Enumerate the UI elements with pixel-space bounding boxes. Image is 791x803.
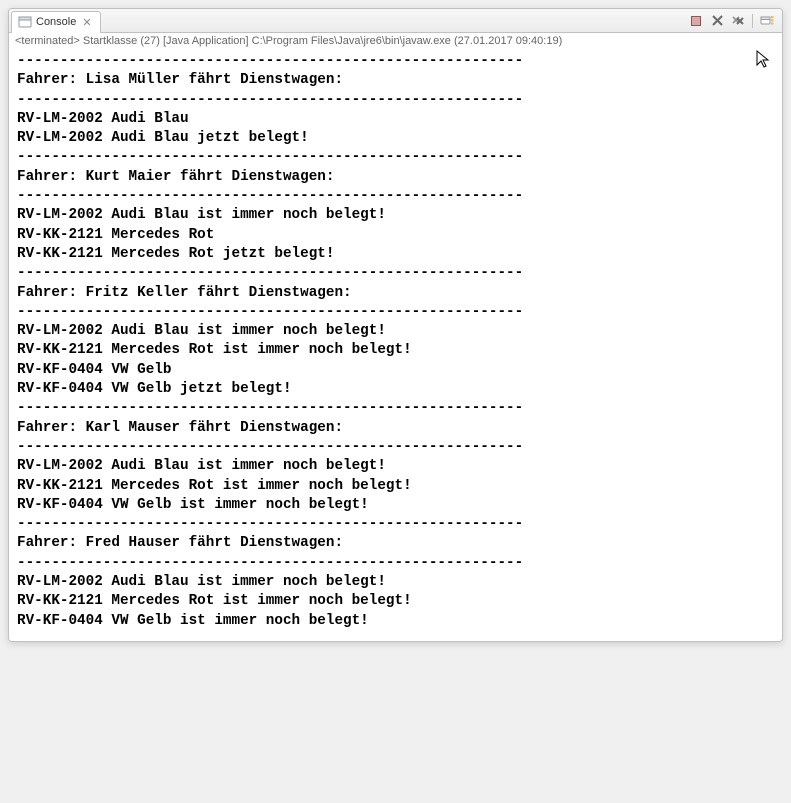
- toolbar: [687, 13, 780, 29]
- tab-console[interactable]: Console ✕: [11, 11, 101, 33]
- console-icon: [18, 15, 32, 29]
- tab-close-icon[interactable]: ✕: [82, 16, 91, 29]
- terminate-button[interactable]: [687, 13, 705, 29]
- toolbar-separator: [752, 14, 753, 28]
- tab-label: Console: [36, 16, 76, 28]
- tab-bar: Console ✕: [9, 9, 782, 33]
- open-console-menu-button[interactable]: [758, 13, 776, 29]
- console-window: Console ✕: [8, 8, 783, 642]
- status-line: <terminated> Startklasse (27) [Java Appl…: [9, 33, 782, 50]
- remove-launch-button[interactable]: [708, 13, 726, 29]
- console-output[interactable]: ----------------------------------------…: [9, 50, 782, 641]
- remove-all-terminated-button[interactable]: [729, 13, 747, 29]
